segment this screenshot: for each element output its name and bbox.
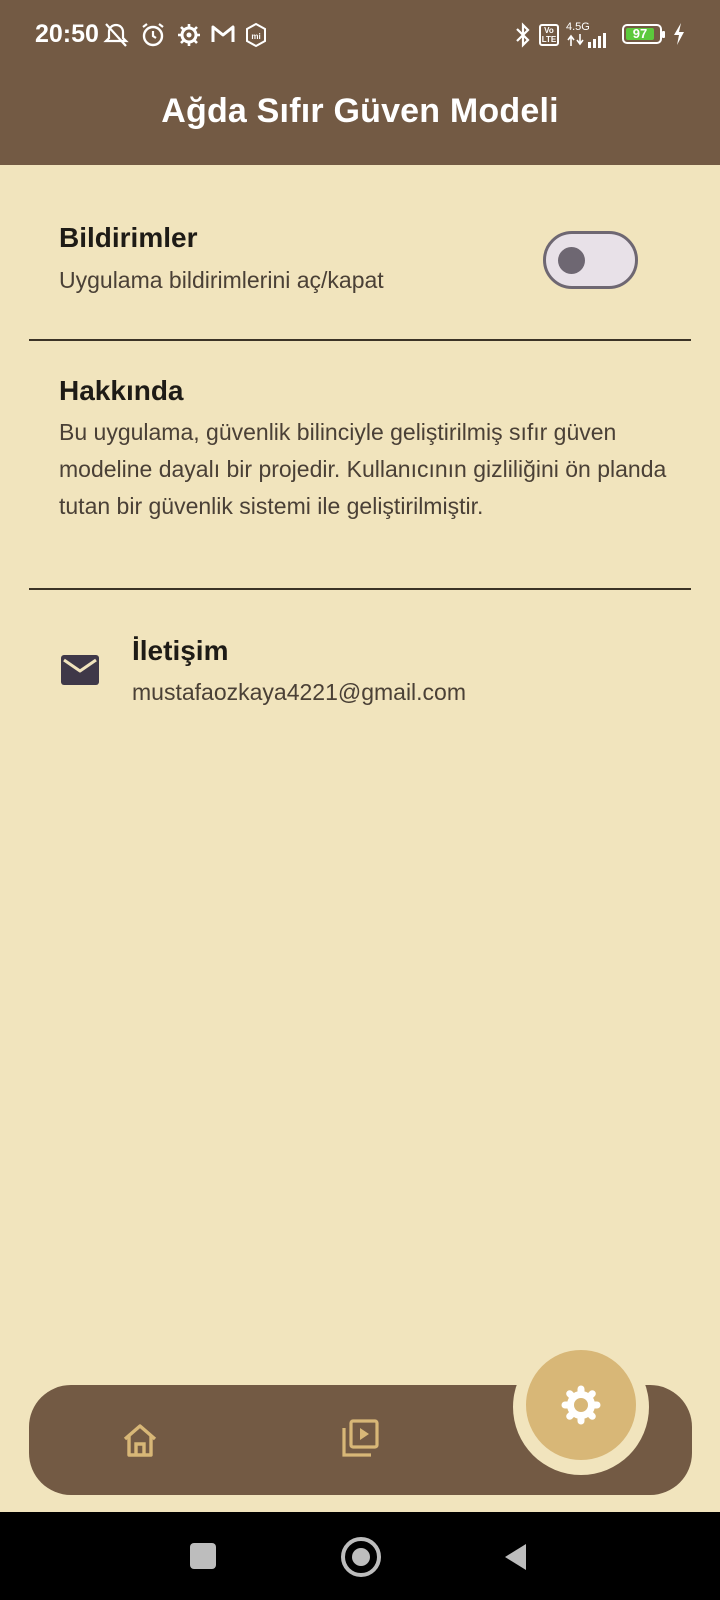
toggle-thumb xyxy=(558,247,585,274)
status-bar: 20:50 mi Vo LTE 4.5G 97 xyxy=(0,0,720,72)
about-text: Bu uygulama, güvenlik bilinciyle gelişti… xyxy=(59,419,667,519)
contact-email[interactable]: mustafaozkaya4221@gmail.com xyxy=(132,674,466,711)
back-button[interactable] xyxy=(502,1542,528,1572)
alarm-icon xyxy=(142,23,164,47)
system-navigation-bar xyxy=(0,1512,720,1600)
settings-icon xyxy=(178,24,200,46)
nav-media-button[interactable] xyxy=(330,1408,390,1468)
notifications-subtitle: Uygulama bildirimlerini aç/kapat xyxy=(59,267,384,293)
mi-icon: mi xyxy=(246,22,266,48)
nav-home-button[interactable] xyxy=(110,1410,170,1470)
signal-icon xyxy=(567,33,606,48)
app-bar: Ağda Sıfır Güven Modeli xyxy=(0,72,720,165)
svg-text:mi: mi xyxy=(251,32,260,41)
home-icon xyxy=(123,1424,157,1457)
divider xyxy=(29,339,691,341)
muted-alarm-icon xyxy=(103,23,129,47)
page-title: Ağda Sıfır Güven Modeli xyxy=(161,92,559,130)
battery-icon: 97 xyxy=(622,24,665,44)
recent-apps-button[interactable] xyxy=(190,1543,216,1569)
nav-settings-button[interactable] xyxy=(526,1350,636,1460)
about-title: Hakkında xyxy=(59,375,184,406)
charging-icon xyxy=(674,23,684,45)
gmail-icon xyxy=(211,25,235,42)
media-library-icon xyxy=(342,1419,379,1457)
volte-badge: Vo LTE xyxy=(539,24,559,46)
divider xyxy=(29,588,691,590)
notifications-title: Bildirimler xyxy=(59,222,198,253)
settings-icon xyxy=(561,1385,601,1425)
battery-level: 97 xyxy=(626,27,654,40)
home-button[interactable] xyxy=(341,1537,381,1577)
mail-icon xyxy=(61,655,99,685)
contact-title: İletişim xyxy=(132,635,229,666)
notifications-toggle[interactable] xyxy=(543,231,638,289)
bluetooth-icon xyxy=(516,22,530,48)
status-time: 20:50 xyxy=(35,20,99,48)
